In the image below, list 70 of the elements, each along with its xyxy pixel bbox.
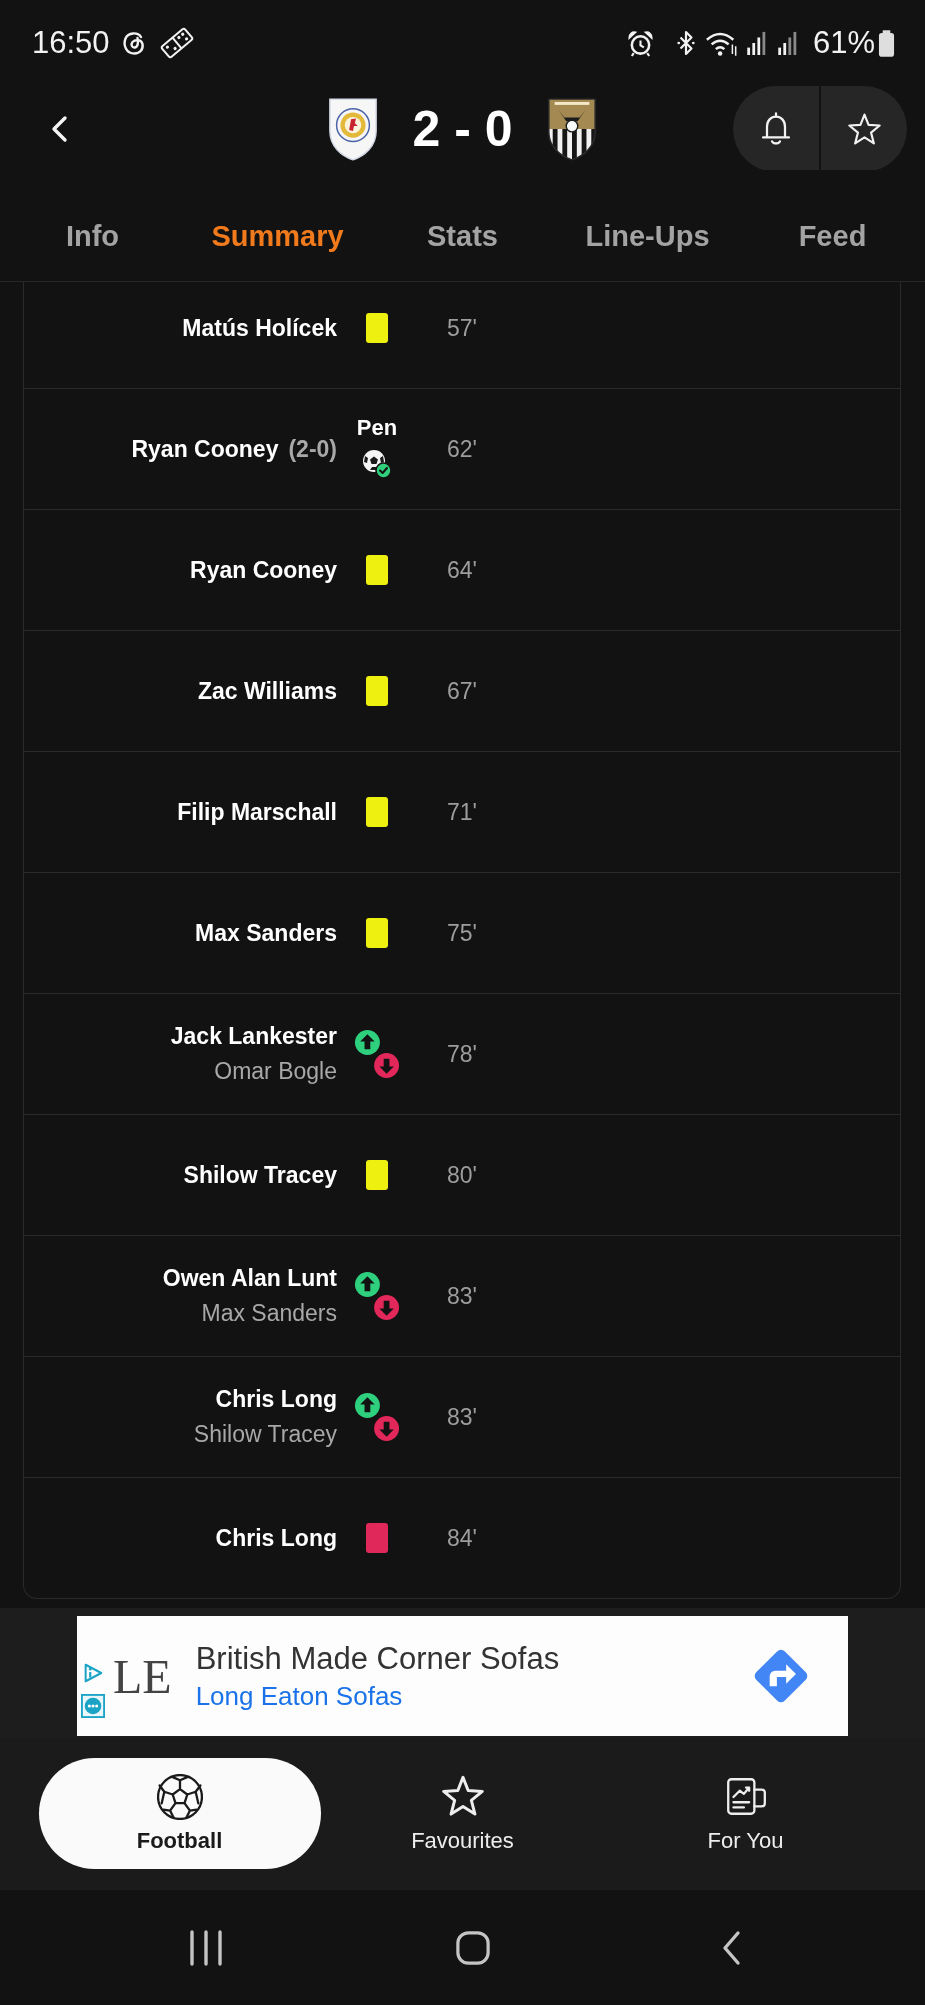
- substitution-arrows-icon: [354, 1029, 400, 1079]
- event-minute: 57': [446, 314, 478, 342]
- event-minute: 71': [446, 798, 478, 826]
- domino-icon: [159, 26, 194, 60]
- player-out-name: Max Sanders: [201, 1300, 337, 1327]
- event-minute: 80': [446, 1161, 478, 1189]
- ad-banner[interactable]: LE British Made Corner Sofas Long Eaton Sofas: [77, 1616, 848, 1736]
- player-name: Zac Williams: [197, 677, 337, 705]
- event-minute: 62': [446, 435, 478, 463]
- nav-tab[interactable]: For You: [707, 1773, 784, 1854]
- player-out-name: Omar Bogle: [214, 1058, 337, 1085]
- booking-card-icon: [366, 1160, 388, 1190]
- player-out-name: Shilow Tracey: [193, 1421, 337, 1448]
- player-in-name: Chris Long: [215, 1386, 337, 1413]
- ad-advertiser: Long Eaton Sofas: [195, 1680, 403, 1712]
- back-icon[interactable]: [721, 1929, 741, 1966]
- booking-card-icon: [366, 1523, 388, 1553]
- booking-card-icon: [366, 313, 388, 343]
- ad-options-icon[interactable]: [81, 1694, 105, 1718]
- tab[interactable]: Summary: [211, 220, 344, 253]
- player-name: Matús Holícek: [182, 314, 337, 342]
- player-name: Max Sanders: [195, 919, 337, 947]
- home-icon[interactable]: [455, 1930, 490, 1965]
- goal-type-label: Pen: [356, 415, 398, 441]
- bluetooth-icon: [675, 30, 696, 56]
- nav-tab[interactable]: Football: [38, 1758, 321, 1869]
- booking-card-icon: [366, 676, 388, 706]
- booking-card-icon: [366, 797, 388, 827]
- tab[interactable]: Info: [65, 220, 120, 253]
- booking-card-icon: [366, 918, 388, 948]
- substitution-arrows-icon: [354, 1271, 400, 1321]
- recent-apps-icon[interactable]: [188, 1929, 224, 1966]
- notifications-button[interactable]: [733, 86, 819, 172]
- booking-card-icon: [366, 555, 388, 585]
- match-score: 2 - 0: [412, 100, 513, 158]
- signal-bars-icon: [746, 31, 766, 55]
- event-minute: 67': [446, 677, 478, 705]
- status-time: 16:50: [32, 25, 110, 61]
- star-icon: [847, 113, 881, 145]
- player-name: Ryan Cooney: [190, 556, 337, 584]
- event-minute: 78': [446, 1040, 478, 1068]
- player-in-name: Jack Lankester: [170, 1023, 337, 1050]
- event-minute: 83': [446, 1282, 478, 1310]
- advertiser-logo: LE: [113, 1648, 172, 1704]
- nav-tab[interactable]: Favourites: [411, 1773, 514, 1854]
- alarm-clock-icon: [626, 29, 654, 57]
- event-minute: 75': [446, 919, 478, 947]
- player-name: Filip Marschall: [177, 798, 337, 826]
- ad-info-icon[interactable]: [82, 1662, 104, 1684]
- event-minute: 84': [446, 1524, 478, 1552]
- back-chevron-icon[interactable]: [50, 115, 68, 143]
- event-minute: 64': [446, 556, 478, 584]
- player-name: Chris Long: [215, 1524, 337, 1552]
- battery-icon: [878, 29, 895, 57]
- battery-percent: 61%: [812, 25, 875, 61]
- ad-headline: British Made Corner Sofas: [195, 1640, 560, 1677]
- favourite-button[interactable]: [821, 86, 907, 172]
- player-name: Shilow Tracey: [183, 1161, 337, 1189]
- football-check-icon: [362, 449, 392, 479]
- event-minute: 83': [446, 1403, 478, 1431]
- tab[interactable]: Stats: [427, 220, 498, 253]
- substitution-arrows-icon: [354, 1392, 400, 1442]
- player-in-name: Owen Alan Lunt: [162, 1265, 337, 1292]
- tab[interactable]: Feed: [798, 220, 867, 253]
- football-icon: [156, 1773, 203, 1820]
- tab[interactable]: Line-Ups: [585, 220, 710, 253]
- bell-icon: [761, 111, 791, 147]
- goal-score: (2-0): [288, 435, 337, 463]
- player-name: Ryan Cooney: [131, 435, 279, 463]
- signal-bars-icon: [777, 31, 797, 55]
